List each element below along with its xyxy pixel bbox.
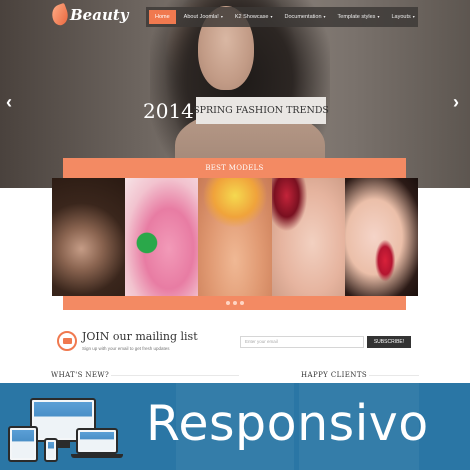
email-input[interactable]: Enter your email: [240, 336, 364, 348]
mailing-title: JOIN our mailing list: [82, 330, 198, 343]
nav-item-documentation[interactable]: Documentation ▾: [279, 10, 332, 24]
chevron-right-icon[interactable]: ›: [453, 92, 459, 112]
chevron-down-icon: ▾: [412, 14, 415, 19]
nav-item-home[interactable]: Home: [149, 10, 176, 24]
nav-item-template-styles[interactable]: Template styles ▾: [332, 10, 386, 24]
phone-icon: [44, 438, 58, 462]
nav-label: Layouts: [391, 14, 411, 20]
best-models-title: BEST MODELS: [63, 158, 406, 178]
site-logo[interactable]: Beauty: [49, 2, 129, 28]
model-thumbnail[interactable]: [344, 178, 418, 296]
nav-item-k2-showcase[interactable]: K2 Showcase ▾: [229, 10, 279, 24]
chevron-down-icon: ▾: [323, 14, 326, 19]
pager-dot[interactable]: [239, 301, 244, 305]
laptop-base: [71, 454, 123, 458]
slide-caption-year: 2014: [143, 99, 194, 123]
responsive-devices-icon: [8, 398, 123, 462]
banner-title: Responsivo: [146, 395, 429, 452]
mail-icon: [57, 331, 77, 351]
model-thumbnail[interactable]: [125, 178, 199, 296]
nav-item-layouts[interactable]: Layouts ▾: [385, 10, 420, 24]
main-nav: Home About Joomla! ▾ K2 Showcase ▾ Documen…: [146, 7, 418, 27]
model-thumbnail[interactable]: [52, 178, 126, 296]
tablet-icon: [8, 426, 38, 462]
logo-text: Beauty: [70, 6, 129, 24]
pager-dot[interactable]: [232, 301, 237, 305]
chevron-down-icon: ▾: [377, 14, 380, 19]
best-models-gallery: [52, 178, 418, 296]
laptop-icon: [76, 428, 118, 454]
chevron-down-icon: ▾: [270, 14, 273, 19]
gallery-pager: [63, 296, 406, 310]
whats-new-heading: WHAT'S NEW?: [49, 371, 112, 379]
pager-dot[interactable]: [225, 301, 230, 305]
logo-leaf-icon: [49, 2, 71, 28]
nav-label: Documentation: [284, 14, 322, 20]
nav-label: Home: [155, 14, 170, 20]
chevron-left-icon[interactable]: ‹: [6, 92, 12, 112]
model-thumbnail[interactable]: [198, 178, 272, 296]
model-thumbnail[interactable]: [271, 178, 345, 296]
nav-item-about-joomla[interactable]: About Joomla! ▾: [178, 10, 229, 24]
happy-clients-heading: HAPPY CLIENTS: [299, 371, 370, 379]
slide-caption-title: SPRING FASHION TRENDS: [193, 97, 329, 124]
mailing-subtitle: Sign up with your email to get fresh upd…: [82, 346, 170, 351]
nav-label: Template styles: [337, 14, 376, 20]
nav-label: K2 Showcase: [234, 14, 269, 20]
monitor-stand: [56, 442, 70, 448]
chevron-down-icon: ▾: [220, 14, 223, 19]
nav-label: About Joomla!: [183, 14, 219, 20]
subscribe-button[interactable]: SUBSCRIBE!: [367, 336, 411, 348]
